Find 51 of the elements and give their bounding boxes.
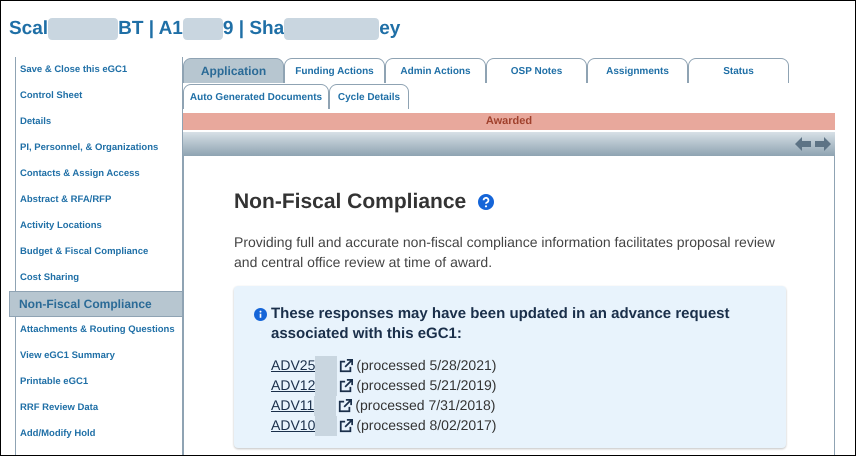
external-link-icon[interactable] xyxy=(339,418,354,432)
processed-date: (processed 8/02/2017) xyxy=(356,416,496,435)
sidebar-item[interactable]: Details xyxy=(9,109,182,135)
sidebar-item[interactable]: Contacts & Assign Access xyxy=(9,161,182,187)
tab[interactable]: Funding Actions xyxy=(284,58,385,83)
external-link-icon[interactable] xyxy=(338,398,352,412)
record-title: BT | A1 xyxy=(118,16,183,41)
request-link[interactable]: ADV25 xyxy=(271,355,316,376)
request-link[interactable]: ADV12 xyxy=(271,375,316,396)
left-arrow-icon[interactable] xyxy=(795,137,811,151)
processed-date: (processed 5/28/2021) xyxy=(356,356,496,375)
help-icon[interactable] xyxy=(478,194,494,210)
tab[interactable]: Admin Actions xyxy=(385,58,486,83)
sidebar-item[interactable]: Add/Modify Hold xyxy=(9,421,182,447)
redaction-block xyxy=(315,356,338,376)
notice-message: These responses may have been updated in an advance request associated with this eGC1: xyxy=(271,304,731,344)
tab[interactable]: Status xyxy=(688,58,789,83)
sidebar-item[interactable]: PI, Personnel, & Organizations xyxy=(9,135,182,161)
tab[interactable]: Assignments xyxy=(587,58,688,83)
sidebar-item[interactable]: View eGC1 Summary xyxy=(9,343,182,369)
record-title: ey xyxy=(379,16,400,41)
request-link[interactable]: ADV11 xyxy=(271,395,314,416)
info-icon xyxy=(254,308,267,320)
request-link[interactable]: ADV10 xyxy=(271,415,316,436)
tab[interactable]: Cycle Details xyxy=(329,84,409,109)
sidebar-item[interactable]: Activity Locations xyxy=(9,213,182,239)
redaction-block xyxy=(182,18,223,40)
redaction-block xyxy=(48,18,118,40)
sidebar-item[interactable]: Non-Fiscal Compliance xyxy=(9,291,183,317)
record-title: Scal xyxy=(9,16,48,41)
right-arrow-icon[interactable] xyxy=(815,137,831,151)
external-link-icon[interactable] xyxy=(339,358,354,372)
processed-date: (processed 7/31/2018) xyxy=(355,396,496,415)
sidebar-item[interactable]: Printable eGC1 xyxy=(9,369,182,395)
tab[interactable]: Application xyxy=(183,58,284,83)
record-title: 9 | Sha xyxy=(222,16,284,41)
tab[interactable]: OSP Notes xyxy=(486,58,587,83)
sidebar-item[interactable]: Abstract & RFA/RFP xyxy=(9,187,182,213)
sidebar-item[interactable]: Control Sheet xyxy=(9,83,182,109)
sidebar-item[interactable]: Cost Sharing xyxy=(9,265,182,291)
sidebar-item[interactable]: Save & Close this eGC1 xyxy=(9,57,182,83)
sidebar-item[interactable]: Attachments & Routing Questions xyxy=(9,317,182,343)
tab[interactable]: Auto Generated Documents xyxy=(183,84,329,109)
status-banner: Awarded xyxy=(183,113,835,130)
processed-date: (processed 5/21/2019) xyxy=(356,376,496,395)
sidebar-item[interactable]: RRF Review Data xyxy=(9,395,182,421)
external-link-icon[interactable] xyxy=(339,378,354,392)
description-text: Providing full and accurate non-fiscal compliance information facilitates proposal review and central office review at time of award. xyxy=(234,232,776,272)
section-heading: Non-Fiscal Compliance xyxy=(234,189,466,215)
sidebar-item[interactable]: Budget & Fiscal Compliance xyxy=(9,239,182,265)
redaction-block xyxy=(315,416,338,436)
